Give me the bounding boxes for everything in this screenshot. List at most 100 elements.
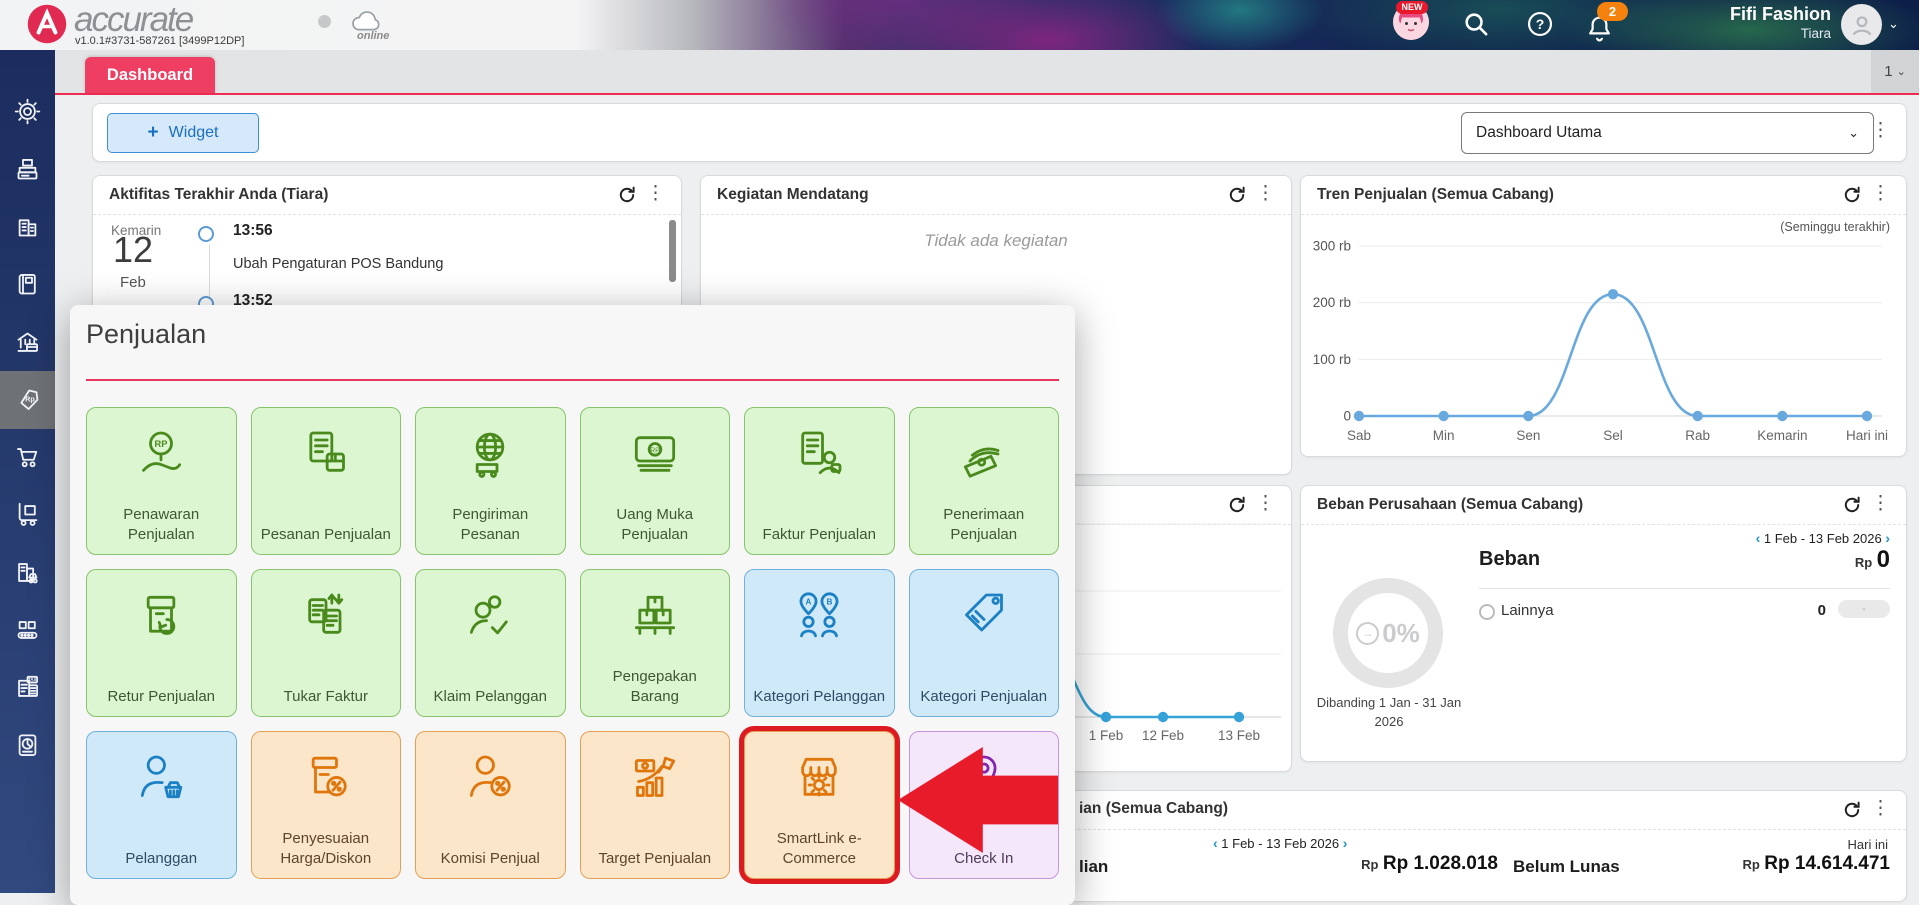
dialog-title: Penjualan (86, 319, 206, 350)
tile-komisi-penjual[interactable]: Komisi Penjual (415, 731, 566, 879)
svg-text:300 rb: 300 rb (1313, 239, 1351, 254)
refresh-icon[interactable] (1842, 185, 1862, 205)
kebab-menu-icon[interactable]: ⋮ (1871, 182, 1890, 205)
sidebar-item-pos[interactable] (0, 141, 55, 199)
tile-penawaran-penjualan[interactable]: RPPenawaran Penjualan (86, 407, 237, 555)
tile-label: Pelanggan (119, 849, 203, 869)
panel-title: Tren Penjualan (Semua Cabang) (1317, 186, 1554, 204)
tile-kategori-penjualan[interactable]: Kategori Penjualan (909, 569, 1060, 717)
search-icon[interactable] (1462, 10, 1490, 38)
amount: 0 (1877, 546, 1890, 573)
add-widget-button[interactable]: + Widget (107, 113, 259, 153)
tile-label: Pengepakan Barang (581, 667, 730, 706)
sidebar-item-inventory[interactable] (0, 486, 55, 544)
date-range-label: 1 Feb - 13 Feb 2026 (1764, 531, 1882, 546)
svg-text:RP: RP (155, 439, 168, 449)
brand-logo-text: accurate (74, 0, 192, 40)
person-percent-icon (462, 732, 518, 806)
sidebar-item-tax[interactable]: TAX (0, 659, 55, 717)
chart-rocket-icon (627, 732, 683, 806)
refresh-icon[interactable] (1842, 495, 1862, 515)
user-avatar[interactable] (1841, 4, 1882, 45)
refresh-icon[interactable] (1227, 495, 1247, 515)
tile-pesanan-penjualan[interactable]: Pesanan Penjualan (251, 407, 402, 555)
tile-penerimaan-penjualan[interactable]: Penerimaan Penjualan (909, 407, 1060, 555)
tile-pelanggan[interactable]: Pelanggan (86, 731, 237, 879)
sidebar-item-purchases[interactable] (0, 429, 55, 487)
dashboard-toolbar: + Widget Dashboard Utama ⌄ ⋮ (92, 103, 1907, 162)
comparison-note: Dibanding 1 Jan - 31 Jan 2026 (1309, 694, 1469, 732)
cash-register-icon (14, 156, 41, 183)
chevron-right-icon: › (1343, 835, 1348, 851)
accurate-logo-icon[interactable] (26, 3, 68, 45)
sidebar-item-cash-bank[interactable] (0, 313, 55, 371)
dashboard-select[interactable]: Dashboard Utama ⌄ (1461, 112, 1874, 154)
sidebar-item-settings[interactable] (0, 83, 55, 141)
sidebar-item-sales[interactable]: Rp (0, 371, 55, 429)
help-icon[interactable]: ? (1526, 10, 1554, 38)
chevron-right-icon: › (1885, 530, 1890, 546)
period-label[interactable]: Hari ini (1848, 837, 1888, 852)
box-discount-icon (298, 732, 354, 806)
tile-smartlink-e-commerce[interactable]: SmartLink e-Commerce (744, 731, 895, 879)
svg-text:Min: Min (1433, 428, 1455, 443)
tile-klaim-pelanggan[interactable]: Klaim Pelanggan (415, 569, 566, 717)
sidebar-item-manufacturing[interactable] (0, 601, 55, 659)
building-vehicle-icon (14, 559, 41, 586)
tile-uang-muka-penjualan[interactable]: RPUang Muka Penjualan (580, 407, 731, 555)
kebab-menu-icon[interactable]: ⋮ (646, 182, 665, 205)
activity-text[interactable]: Ubah Pengaturan POS Bandung (233, 256, 443, 272)
status-label: Belum Lunas (1513, 857, 1620, 877)
refresh-icon[interactable] (617, 185, 637, 205)
chevron-down-icon: ⌄ (1897, 65, 1906, 78)
gear-icon (14, 98, 41, 125)
tile-pengepakan-barang[interactable]: Pengepakan Barang (580, 569, 731, 717)
kebab-menu-icon[interactable]: ⋮ (1871, 492, 1890, 515)
new-badge: NEW (1396, 1, 1428, 14)
date-range-nav[interactable]: ‹ 1 Feb - 13 Feb 2026 › (1213, 835, 1347, 851)
scrollbar-thumb[interactable] (669, 220, 676, 282)
row-label-partial: lian (1079, 857, 1108, 877)
svg-text:?: ? (1536, 16, 1545, 32)
kebab-menu-icon[interactable]: ⋮ (1256, 492, 1275, 515)
page-selector[interactable]: 1 ⌄ (1871, 50, 1919, 93)
sidebar-item-fixed-assets[interactable] (0, 544, 55, 602)
pins-people-icon: AB (791, 570, 847, 644)
currency-label: Rp (1743, 857, 1760, 872)
svg-text:Sel: Sel (1603, 428, 1623, 443)
tile-label: Klaim Pelanggan (428, 687, 553, 707)
panel-company-expenses: Beban Perusahaan (Semua Cabang) ⋮ ‹ 1 Fe… (1300, 485, 1907, 762)
kebab-menu-icon[interactable]: ⋮ (1871, 797, 1890, 820)
svg-text:TAX: TAX (28, 677, 37, 682)
user-menu-chevron-icon[interactable]: ⌄ (1888, 16, 1899, 32)
tile-penyesuaian-harga-diskon[interactable]: Penyesuaian Harga/Diskon (251, 731, 402, 879)
tab-bar: Dashboard 1 ⌄ (55, 50, 1919, 95)
notification-count-badge: 2 (1597, 2, 1628, 21)
toolbar-kebab-menu[interactable]: ⋮ (1871, 119, 1890, 142)
tile-tukar-faktur[interactable]: Tukar Faktur (251, 569, 402, 717)
svg-text:Rab: Rab (1685, 428, 1710, 443)
empty-state-text: Tidak ada kegiatan (701, 231, 1291, 251)
sidebar-item-reports[interactable] (0, 717, 55, 775)
sidebar-item-ledger[interactable] (0, 256, 55, 314)
doc-box-icon (298, 408, 354, 482)
kebab-menu-icon[interactable]: ⋮ (1256, 182, 1275, 205)
tile-retur-penjualan[interactable]: Retur Penjualan (86, 569, 237, 717)
tile-kategori-pelanggan[interactable]: ABKategori Pelanggan (744, 569, 895, 717)
report-doc-icon (14, 732, 41, 759)
panel-sales-trend: Tren Penjualan (Semua Cabang) ⋮ (Semingg… (1300, 175, 1907, 457)
expenses-donut-chart: → 0% (1333, 578, 1443, 688)
tile-target-penjualan[interactable]: Target Penjualan (580, 731, 731, 879)
date-range-nav[interactable]: ‹ 1 Feb - 13 Feb 2026 › (1756, 530, 1890, 546)
app-version: v1.0.1#3731-587261 [3499P12DP] (75, 35, 244, 47)
refresh-icon[interactable] (1842, 800, 1862, 820)
legend-label[interactable]: Lainnya (1501, 602, 1554, 619)
tile-faktur-penjualan[interactable]: Faktur Penjualan (744, 407, 895, 555)
metric-label: Beban (1479, 548, 1540, 571)
tab-dashboard[interactable]: Dashboard (85, 57, 215, 93)
svg-text:100 rb: 100 rb (1313, 352, 1351, 367)
sidebar-item-company[interactable] (0, 198, 55, 256)
tile-pengiriman-pesanan[interactable]: Pengiriman Pesanan (415, 407, 566, 555)
refresh-icon[interactable] (1227, 185, 1247, 205)
date-range-label: 1 Feb - 13 Feb 2026 (1221, 836, 1339, 851)
